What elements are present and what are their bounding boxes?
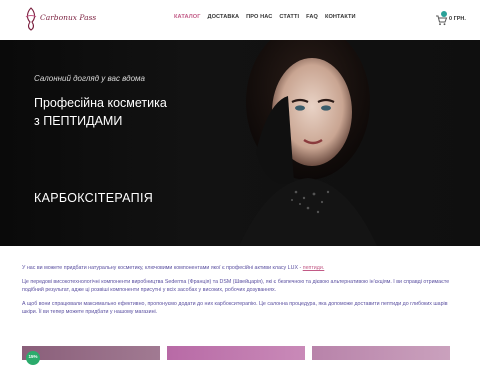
main-nav: КАТАЛОГ ДОСТАВКА ПРО НАС СТАТТІ FAQ КОНТ… xyxy=(174,14,356,20)
nav-item-articles[interactable]: СТАТТІ xyxy=(279,14,299,20)
intro-paragraph-3: А щоб вони спрацювали максимально ефекти… xyxy=(22,301,448,315)
intro-text: У нас ви можете придбати натуральну косм… xyxy=(22,264,462,322)
nav-item-about[interactable]: ПРО НАС xyxy=(246,14,272,20)
product-card[interactable]: 15% xyxy=(22,346,160,365)
discount-badge: 15% xyxy=(26,351,40,365)
cart-button[interactable] xyxy=(434,11,448,26)
hero-model-image xyxy=(238,40,378,246)
hero-banner: Салонний догляд у вас вдома Професійна к… xyxy=(0,40,480,246)
product-card[interactable] xyxy=(312,346,450,360)
nav-item-catalog[interactable]: КАТАЛОГ xyxy=(174,14,201,20)
intro-paragraph-1: У нас ви можете придбати натуральну косм… xyxy=(22,264,462,272)
nav-item-delivery[interactable]: ДОСТАВКА xyxy=(208,14,240,20)
hero-title-line2: з ПЕПТИДАМИ xyxy=(34,114,123,128)
intro-paragraph-1-text: У нас ви можете придбати натуральну косм… xyxy=(22,265,303,271)
logo-wordmark: Carbonux Pass xyxy=(40,13,97,22)
hero-title-line1: Професійна косметика xyxy=(34,96,167,110)
cart-count-badge xyxy=(441,11,447,17)
nav-item-contacts[interactable]: КОНТАКТИ xyxy=(325,14,356,20)
hero-section-label: КАРБОКСІТЕРАПІЯ xyxy=(34,191,154,205)
hero-title: Професійна косметика з ПЕПТИДАМИ xyxy=(34,94,234,130)
site-header: Carbonux Pass КАТАЛОГ ДОСТАВКА ПРО НАС С… xyxy=(0,0,480,40)
peptides-link[interactable]: пептиди. xyxy=(303,265,325,271)
product-card[interactable] xyxy=(167,346,305,360)
nav-item-faq[interactable]: FAQ xyxy=(306,14,318,20)
logo[interactable]: Carbonux Pass xyxy=(22,4,96,36)
product-cards: 15% xyxy=(22,346,462,365)
logo-mark-icon xyxy=(25,7,37,31)
intro-paragraph-2: Це передові високотехнологічні компонент… xyxy=(22,279,450,293)
cart-total: 0 ГРН. xyxy=(449,16,466,22)
hero-subtitle: Салонний догляд у вас вдома xyxy=(34,74,145,83)
